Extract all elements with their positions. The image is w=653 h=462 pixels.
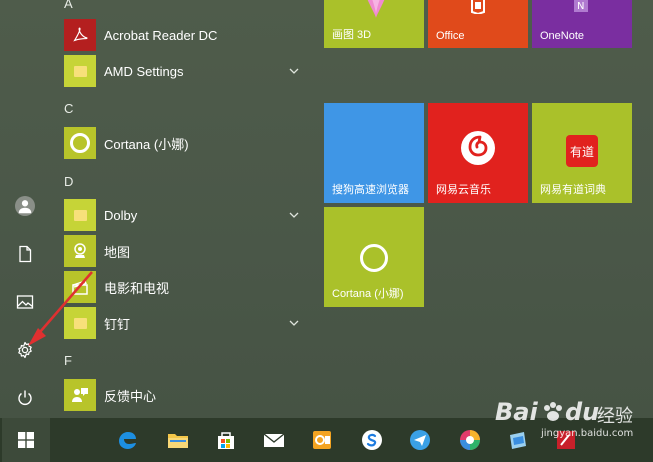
cortana-icon	[360, 244, 388, 272]
taskbar-store[interactable]	[204, 418, 248, 462]
taskbar-outlook[interactable]	[300, 418, 344, 462]
youdao-icon: 有道	[566, 135, 598, 167]
tile-label: Cortana (小娜)	[332, 288, 404, 300]
chevron-down-icon	[289, 68, 299, 74]
tile-sogou-browser[interactable]: 搜狗高速浏览器	[324, 103, 424, 203]
outlook-icon	[313, 431, 331, 449]
annotation-arrow	[28, 271, 93, 346]
onenote-icon: N	[574, 0, 588, 12]
tile-label: Office	[436, 30, 465, 42]
start-menu: A Acrobat Reader DC AMD Settings C Corta…	[0, 0, 653, 418]
store-icon	[218, 432, 234, 449]
watermark-brand: Bai	[495, 398, 538, 426]
tile-paint-3d[interactable]: 画图 3D	[324, 0, 424, 48]
chevron-down-icon	[289, 212, 299, 218]
colorful-browser-icon	[460, 430, 480, 450]
paper-plane-icon	[410, 430, 430, 450]
taskbar-feishu[interactable]	[398, 418, 442, 462]
tile-label: 网易有道词典	[540, 184, 606, 196]
app-name: Acrobat Reader DC	[104, 27, 218, 43]
start-button[interactable]	[2, 418, 50, 462]
tile-cortana[interactable]: Cortana (小娜)	[324, 207, 424, 307]
taskbar-mail[interactable]	[252, 418, 296, 462]
chevron-down-icon	[289, 320, 299, 326]
tile-netease-music[interactable]: 网易云音乐	[428, 103, 528, 203]
windows-logo-icon	[18, 432, 34, 448]
taskbar-file-explorer[interactable]	[156, 418, 200, 462]
tile-label: OneNote	[540, 30, 585, 42]
tile-youdao-dict[interactable]: 有道 网易有道词典	[532, 103, 632, 203]
watermark-brand-suffix: du	[565, 398, 600, 426]
watermark-jingyan: 经验	[597, 406, 633, 427]
tile-label: 画图 3D	[332, 29, 372, 41]
tile-label: 搜狗高速浏览器	[332, 184, 409, 196]
tile-office[interactable]: Office	[428, 0, 528, 48]
svg-text:N: N	[577, 1, 584, 12]
netease-music-icon	[461, 131, 495, 165]
paint-3d-icon	[367, 0, 385, 18]
office-icon	[471, 0, 485, 14]
tile-label: 网易云音乐	[436, 184, 491, 196]
watermark-url: jingyan.baidu.com	[541, 428, 634, 439]
tile-onenote[interactable]: N OneNote	[532, 0, 632, 48]
taskbar-edge[interactable]	[106, 418, 150, 462]
edge-icon	[119, 432, 136, 449]
baidu-jingyan-watermark: Bai du 经验 jingyan.baidu.com	[495, 394, 645, 454]
folder-icon	[168, 434, 188, 448]
sogou-icon	[362, 430, 382, 450]
youdao-icon-text: 有道	[569, 144, 594, 159]
paw-icon	[544, 402, 562, 421]
taskbar-browser[interactable]	[448, 418, 492, 462]
mail-icon	[263, 433, 285, 447]
taskbar-sogou[interactable]	[350, 418, 394, 462]
